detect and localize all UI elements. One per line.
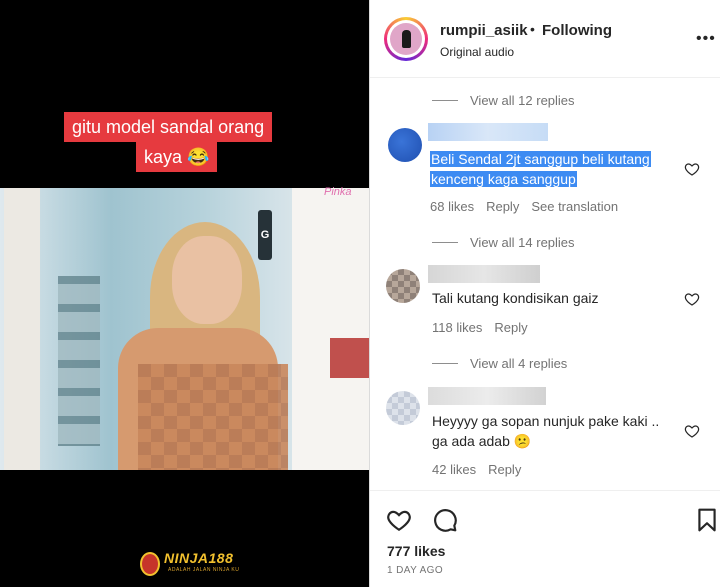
bookmark-icon[interactable] xyxy=(694,507,720,533)
audio-link[interactable]: Original audio xyxy=(440,45,514,59)
reply-button[interactable]: Reply xyxy=(494,320,527,335)
shelf-background xyxy=(58,276,100,446)
heart-icon[interactable] xyxy=(684,291,700,307)
commenter-avatar[interactable] xyxy=(386,391,420,425)
like-heart-icon[interactable] xyxy=(386,507,412,533)
person-face xyxy=(172,236,242,324)
post-header: rumpii_asiik • Following Original audio … xyxy=(370,0,720,78)
following-button[interactable]: Following xyxy=(542,22,612,39)
post-date: 1 DAY AGO xyxy=(387,565,444,576)
comments-list[interactable]: View all 12 replies Beli Sendal 2jt sang… xyxy=(370,79,720,489)
video-watermark: Pinka xyxy=(324,186,352,198)
view-replies-button[interactable]: View all 4 replies xyxy=(432,356,567,371)
caption-line-2: kaya 😂 xyxy=(136,142,218,172)
heart-icon[interactable] xyxy=(684,161,700,177)
wall-background xyxy=(292,188,369,470)
reply-button[interactable]: Reply xyxy=(486,199,519,214)
brand-tagline: ADALAH JALAN NINJA KU xyxy=(168,567,240,573)
post-actions: 777 likes 1 DAY AGO xyxy=(370,490,720,587)
commenter-avatar[interactable] xyxy=(386,269,420,303)
comment-meta: 68 likes Reply See translation xyxy=(430,199,618,214)
censor-blur xyxy=(138,364,288,470)
caption-line-1: gitu model sandal orang xyxy=(64,112,273,142)
picture-frame xyxy=(330,338,369,378)
reply-button[interactable]: Reply xyxy=(488,462,521,477)
separator-dot: • xyxy=(530,21,535,37)
commenter-name-blurred xyxy=(428,123,548,141)
comment-text: Heyyyy ga sopan nunjuk pake kaki .. ga a… xyxy=(432,413,660,449)
wall-sign: G xyxy=(258,210,272,260)
post-like-count[interactable]: 777 likes xyxy=(387,543,445,559)
comment-text: Beli Sendal 2jt sanggup beli kutang kenc… xyxy=(430,151,651,187)
username-link[interactable]: rumpii_asiik xyxy=(440,22,528,39)
view-replies-button[interactable]: View all 12 replies xyxy=(432,93,575,108)
ninja-icon xyxy=(140,552,160,576)
like-count[interactable]: 118 likes xyxy=(432,320,482,335)
post-panel: rumpii_asiik • Following Original audio … xyxy=(369,0,720,587)
profile-avatar[interactable] xyxy=(384,17,428,61)
comment-meta: 118 likes Reply xyxy=(432,320,528,335)
commenter-name-blurred xyxy=(428,265,540,283)
see-translation-button[interactable]: See translation xyxy=(531,199,618,214)
door-background xyxy=(4,188,40,470)
like-count[interactable]: 68 likes xyxy=(430,199,474,214)
video-player[interactable]: gitu model sandal orang kaya 😂 G Pinka N… xyxy=(0,0,369,587)
dancer-icon xyxy=(402,30,411,48)
commenter-avatar[interactable] xyxy=(388,128,422,162)
commenter-name-blurred xyxy=(428,387,546,405)
like-count[interactable]: 42 likes xyxy=(432,462,476,477)
comment-text: Tali kutang kondisikan gaiz xyxy=(432,290,599,306)
more-options-icon[interactable]: ••• xyxy=(696,30,716,48)
comment-bubble-icon[interactable] xyxy=(432,507,458,533)
heart-icon[interactable] xyxy=(684,423,700,439)
view-replies-button[interactable]: View all 14 replies xyxy=(432,235,575,250)
brand-name: NINJA188 xyxy=(164,550,234,566)
comment-meta: 42 likes Reply xyxy=(432,462,521,477)
brand-logo: NINJA188 ADALAH JALAN NINJA KU xyxy=(140,550,290,580)
video-frame: G xyxy=(0,188,369,470)
